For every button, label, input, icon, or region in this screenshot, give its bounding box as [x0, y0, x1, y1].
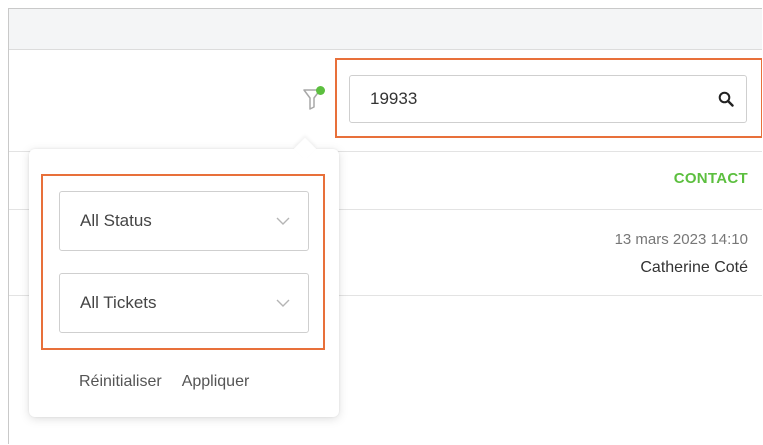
tickets-select-value: All Tickets [80, 293, 157, 312]
reset-button[interactable]: Réinitialiser [79, 373, 162, 391]
chevron-down-icon [276, 217, 290, 225]
search-box[interactable] [349, 75, 747, 123]
filter-active-dot [316, 86, 325, 95]
search-icon[interactable] [706, 76, 746, 122]
filter-button[interactable] [297, 84, 327, 114]
status-select-value: All Status [80, 211, 152, 230]
filter-popover: All Status All Tickets Réinitialiser App… [29, 137, 339, 417]
apply-button[interactable]: Appliquer [182, 373, 250, 391]
app-frame: CONTACT 13 mars 2023 14:10 Catherine Cot… [8, 8, 762, 444]
tickets-select[interactable]: All Tickets [59, 273, 309, 333]
popover-arrow [293, 137, 317, 161]
status-select[interactable]: All Status [59, 191, 309, 251]
column-header-contact[interactable]: CONTACT [674, 170, 748, 187]
popover-actions: Réinitialiser Appliquer [79, 373, 249, 391]
row-contact-name: Catherine Coté [640, 259, 748, 276]
search-input[interactable] [350, 76, 706, 122]
row-date: 13 mars 2023 14:10 [614, 231, 748, 248]
chevron-down-icon [276, 299, 290, 307]
top-bar [9, 9, 762, 50]
